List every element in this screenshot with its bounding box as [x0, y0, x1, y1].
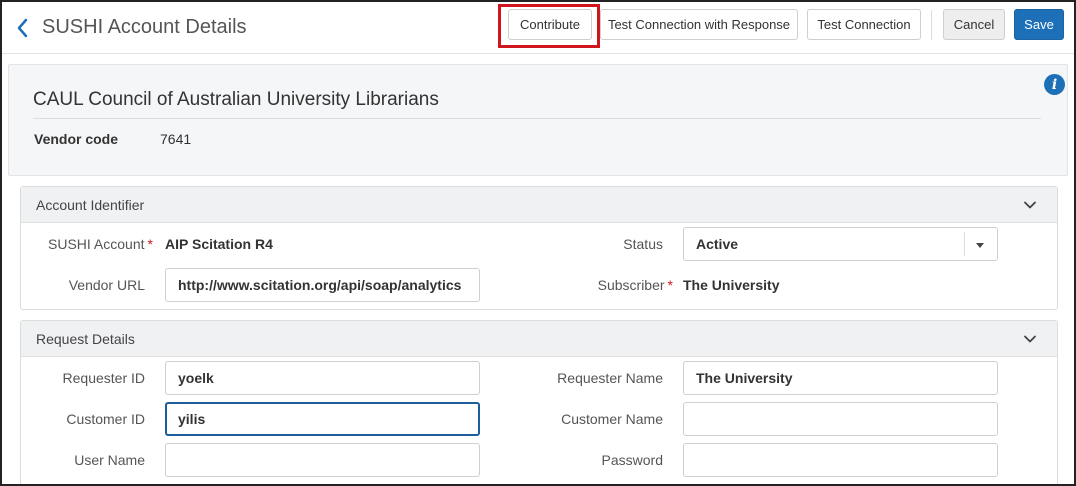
chevron-down-icon[interactable] [1023, 198, 1037, 212]
customer-name-label: Customer Name [561, 411, 663, 427]
vendor-url-label: Vendor URL [68, 277, 145, 293]
cancel-button[interactable]: Cancel [943, 9, 1005, 40]
sushi-account-label: SUSHI Account * [48, 236, 153, 252]
requester-id-label: Requester ID [62, 370, 145, 386]
customer-id-input[interactable]: yilis [165, 402, 480, 436]
dropdown-caret-icon [976, 243, 984, 248]
contribute-button[interactable]: Contribute [508, 9, 592, 40]
info-icon[interactable]: i [1044, 74, 1065, 95]
chevron-down-icon[interactable] [1023, 332, 1037, 346]
page-title: SUSHI Account Details [42, 16, 247, 38]
back-chevron-icon[interactable] [12, 15, 32, 41]
section-title: Request Details [36, 330, 135, 347]
subscriber-value: The University [683, 277, 780, 293]
status-selected-value: Active [696, 236, 739, 252]
vendor-name: CAUL Council of Australian University Li… [33, 89, 439, 110]
requester-name-label: Requester Name [557, 370, 663, 386]
required-mark: * [147, 236, 153, 252]
password-input[interactable] [683, 443, 998, 477]
vendor-code-label: Vendor code [34, 131, 119, 147]
sushi-account-value: AIP Scitation R4 [165, 236, 273, 252]
test-connection-button[interactable]: Test Connection [807, 9, 921, 40]
vendor-summary-panel [8, 64, 1068, 176]
test-connection-with-response-button[interactable]: Test Connection with Response [600, 9, 798, 40]
required-mark: * [667, 277, 673, 293]
password-label: Password [601, 452, 663, 468]
status-label: Status [623, 236, 663, 252]
vendor-divider [33, 118, 1041, 119]
requester-id-input[interactable]: yoelk [165, 361, 480, 395]
account-identifier-header[interactable]: Account Identifier [21, 187, 1057, 223]
subscriber-label: Subscriber * [597, 277, 673, 293]
vendor-code-value: 7641 [160, 131, 192, 147]
user-name-label: User Name [74, 452, 145, 468]
customer-name-input[interactable] [683, 402, 998, 436]
toolbar-divider [931, 10, 932, 40]
select-separator [964, 232, 965, 256]
status-select[interactable]: Active [683, 227, 998, 261]
customer-id-label: Customer ID [66, 411, 145, 427]
section-title: Account Identifier [36, 196, 145, 213]
user-name-input[interactable] [165, 443, 480, 477]
request-details-header[interactable]: Request Details [21, 321, 1057, 357]
vendor-url-input[interactable]: http://www.scitation.org/api/soap/analyt… [165, 268, 480, 302]
save-button[interactable]: Save [1014, 9, 1064, 40]
requester-name-input[interactable]: The University [683, 361, 998, 395]
